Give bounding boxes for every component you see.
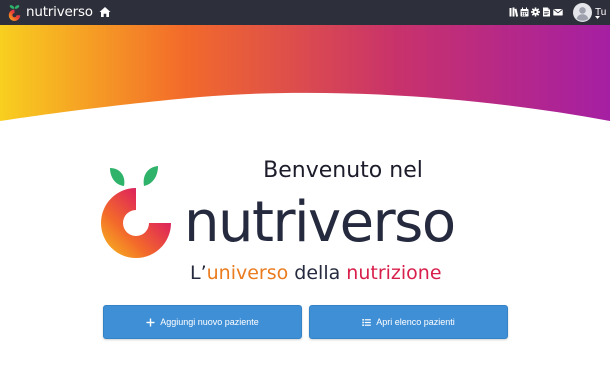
- tagline-della: della: [288, 262, 347, 284]
- calendar-icon[interactable]: [520, 7, 529, 17]
- envelope-icon[interactable]: [553, 7, 563, 17]
- navbar-tools: [509, 6, 565, 18]
- nutriverso-logo-icon: [8, 5, 21, 21]
- apple-logo-icon: [101, 166, 171, 258]
- document-icon[interactable]: [542, 7, 551, 17]
- add-patient-label: Aggiungi nuovo paziente: [160, 316, 259, 327]
- chevron-down-icon[interactable]: [595, 16, 600, 19]
- brand-link[interactable]: nutriverso: [6, 3, 93, 22]
- add-patient-button[interactable]: Aggiungi nuovo paziente: [103, 305, 302, 339]
- list-icon: [362, 318, 372, 326]
- plus-icon: [146, 318, 155, 326]
- user-menu[interactable]: Tu: [573, 2, 606, 23]
- welcome-heading: Benvenuto nel: [263, 158, 423, 183]
- library-icon[interactable]: [509, 7, 518, 17]
- user-avatar-icon: [573, 3, 592, 22]
- top-navbar: nutriverso Tu: [0, 0, 610, 25]
- gear-icon[interactable]: [531, 7, 540, 17]
- hero-gradient-banner: [0, 25, 610, 121]
- tagline-nutrizione: nutrizione: [346, 262, 442, 284]
- tagline-part1: L’: [190, 262, 207, 284]
- open-patient-list-button[interactable]: Apri elenco pazienti: [309, 305, 508, 339]
- tagline: L’universo della nutrizione: [190, 260, 520, 286]
- open-patient-list-label: Apri elenco pazienti: [376, 316, 455, 327]
- brand-name: nutriverso: [26, 4, 93, 20]
- nutriverso-wordmark: nutriverso: [184, 190, 456, 255]
- tagline-universo: universo: [206, 262, 289, 284]
- home-icon[interactable]: [99, 6, 111, 18]
